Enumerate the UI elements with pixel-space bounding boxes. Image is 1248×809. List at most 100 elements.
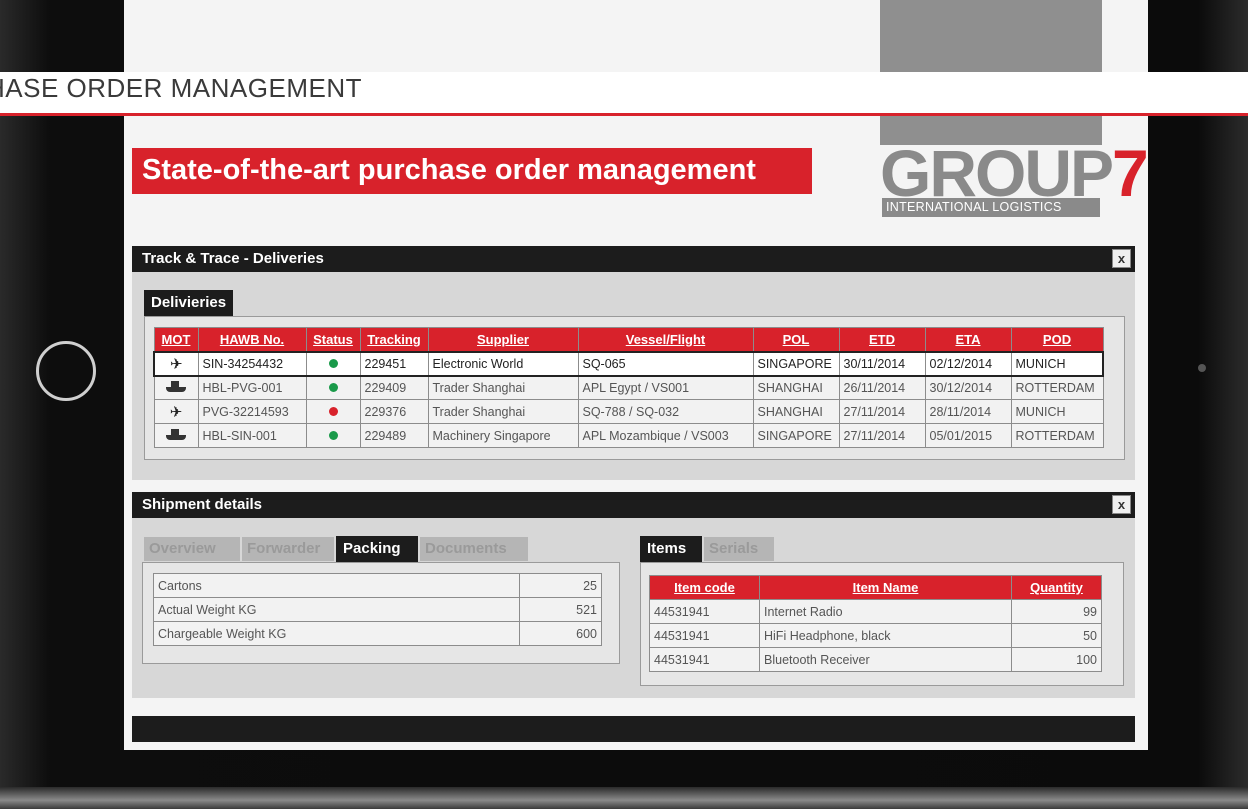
shipment-details-header: Shipment details x (132, 492, 1135, 518)
status-cell (305, 399, 361, 424)
status-cell (305, 375, 361, 400)
packing-value: 25 (519, 573, 602, 598)
footer-bar (132, 716, 1135, 742)
column-header[interactable]: Vessel/Flight (577, 327, 754, 352)
item-code: 44531941 (649, 647, 760, 672)
table-row[interactable]: 44531941 Bluetooth Receiver 100 (649, 647, 1102, 672)
items-box: Item code Item Name Quantity 44531941 Inter… (640, 562, 1124, 686)
etd-cell: 26/11/2014 (838, 375, 926, 400)
tab-overview[interactable]: Overview (144, 537, 240, 561)
tab-items[interactable]: Items (640, 536, 702, 562)
column-header[interactable]: Item Name (759, 575, 1012, 600)
tablet-edge (0, 787, 1248, 809)
status-dot-icon (328, 406, 338, 416)
logo-tagline: INTERNATIONAL LOGISTICS (882, 198, 1100, 217)
packing-value: 521 (519, 597, 602, 622)
item-quantity: 99 (1011, 599, 1102, 624)
item-quantity: 100 (1011, 647, 1102, 672)
pol-cell: SHANGHAI (752, 399, 840, 424)
item-code: 44531941 (649, 623, 760, 648)
packing-label: Chargeable Weight KG (153, 621, 520, 646)
column-header[interactable]: POD (1010, 327, 1104, 352)
etd-cell: 27/11/2014 (838, 399, 926, 424)
eta-cell: 28/11/2014 (924, 399, 1012, 424)
table-row: Cartons 25 (153, 573, 602, 598)
status-dot-icon (328, 382, 338, 392)
pol-cell: SHANGHAI (752, 375, 840, 400)
hawb-cell: PVG-32214593 (197, 399, 307, 424)
packing-label: Cartons (153, 573, 520, 598)
column-header[interactable]: POL (752, 327, 840, 352)
group7-logo: GROUP7 INTERNATIONAL LOGISTICS (880, 140, 1149, 220)
mot-cell: ✈ (153, 399, 199, 424)
supplier-cell: Trader Shanghai (427, 399, 579, 424)
hero-title: State-of-the-art purchase order manageme… (132, 148, 812, 194)
camera-lens (1198, 364, 1206, 372)
table-row[interactable]: 44531941 Internet Radio 99 (649, 599, 1102, 624)
eta-cell: 30/12/2014 (924, 375, 1012, 400)
table-row[interactable]: ✈ SIN-34254432 229451 Electronic World SQ-06… (153, 350, 1104, 377)
column-header[interactable]: ETD (838, 327, 926, 352)
packing-value: 600 (519, 621, 602, 646)
tab-packing[interactable]: Packing (336, 536, 418, 562)
deliveries-table: MOT HAWB No. Status Tracking Supplier Vessel/… (153, 327, 1104, 448)
pod-cell: MUNICH (1010, 399, 1104, 424)
close-icon[interactable]: x (1112, 495, 1131, 514)
vessel-cell: SQ-065 (577, 350, 754, 377)
status-cell (305, 350, 361, 377)
pod-cell: ROTTERDAM (1010, 423, 1104, 448)
status-dot-icon (328, 358, 338, 368)
mot-cell: ✈ (153, 350, 199, 377)
table-row[interactable]: HBL-SIN-001 229489 Machinery Singapore APL … (153, 423, 1104, 448)
shipment-details-body: Overview Forwarder Packing Documents Carton… (132, 518, 1135, 698)
column-header[interactable]: Tracking (359, 327, 429, 352)
logo-wordmark: GROUP7 (880, 136, 1149, 210)
page-banner-title: HASE ORDER MANAGEMENT (0, 73, 362, 103)
pol-cell: SINGAPORE (752, 423, 840, 448)
supplier-cell: Trader Shanghai (427, 375, 579, 400)
column-header[interactable]: Status (305, 327, 361, 352)
track-trace-header: Track & Trace - Deliveries x (132, 246, 1135, 272)
packing-table: Cartons 25 Actual Weight KG 521 Chargeable W… (153, 573, 602, 646)
column-header[interactable]: Supplier (427, 327, 579, 352)
item-name: Internet Radio (759, 599, 1012, 624)
column-header[interactable]: Quantity (1011, 575, 1102, 600)
tab-serials[interactable]: Serials (704, 537, 774, 561)
supplier-cell: Electronic World (427, 350, 579, 377)
hawb-cell: HBL-PVG-001 (197, 375, 307, 400)
tab-deliveries[interactable]: Delivieries (144, 290, 234, 316)
etd-cell: 27/11/2014 (838, 423, 926, 448)
mot-cell (153, 423, 199, 448)
etd-cell: 30/11/2014 (838, 350, 926, 377)
ship-icon (166, 428, 186, 440)
tab-forwarder[interactable]: Forwarder (242, 537, 334, 561)
hawb-cell: HBL-SIN-001 (197, 423, 307, 448)
close-icon[interactable]: x (1112, 249, 1131, 268)
column-header[interactable]: Item code (649, 575, 760, 600)
shipment-details-title: Shipment details (142, 496, 263, 513)
column-header[interactable]: ETA (924, 327, 1012, 352)
pol-cell: SINGAPORE (752, 350, 840, 377)
eta-cell: 05/01/2015 (924, 423, 1012, 448)
home-button[interactable] (36, 341, 96, 401)
table-row[interactable]: ✈ PVG-32214593 229376 Trader Shanghai SQ-788… (153, 399, 1104, 424)
packing-box: Cartons 25 Actual Weight KG 521 Chargeable W… (142, 562, 620, 664)
tracking-cell: 229376 (359, 399, 429, 424)
table-row[interactable]: HBL-PVG-001 229409 Trader Shanghai APL Egyp… (153, 375, 1104, 400)
tab-documents[interactable]: Documents (420, 537, 528, 561)
tracking-cell: 229489 (359, 423, 429, 448)
tracking-cell: 229451 (359, 350, 429, 377)
tracking-cell: 229409 (359, 375, 429, 400)
plane-icon: ✈ (169, 355, 183, 373)
deliveries-box: MOT HAWB No. Status Tracking Supplier Vessel/… (144, 316, 1125, 460)
column-header[interactable]: HAWB No. (197, 327, 307, 352)
item-name: Bluetooth Receiver (759, 647, 1012, 672)
item-quantity: 50 (1011, 623, 1102, 648)
table-row[interactable]: 44531941 HiFi Headphone, black 50 (649, 623, 1102, 648)
column-header[interactable]: MOT (153, 327, 199, 352)
supplier-cell: Machinery Singapore (427, 423, 579, 448)
table-row: Chargeable Weight KG 600 (153, 621, 602, 646)
eta-cell: 02/12/2014 (924, 350, 1012, 377)
status-cell (305, 423, 361, 448)
plane-icon: ✈ (169, 403, 183, 421)
